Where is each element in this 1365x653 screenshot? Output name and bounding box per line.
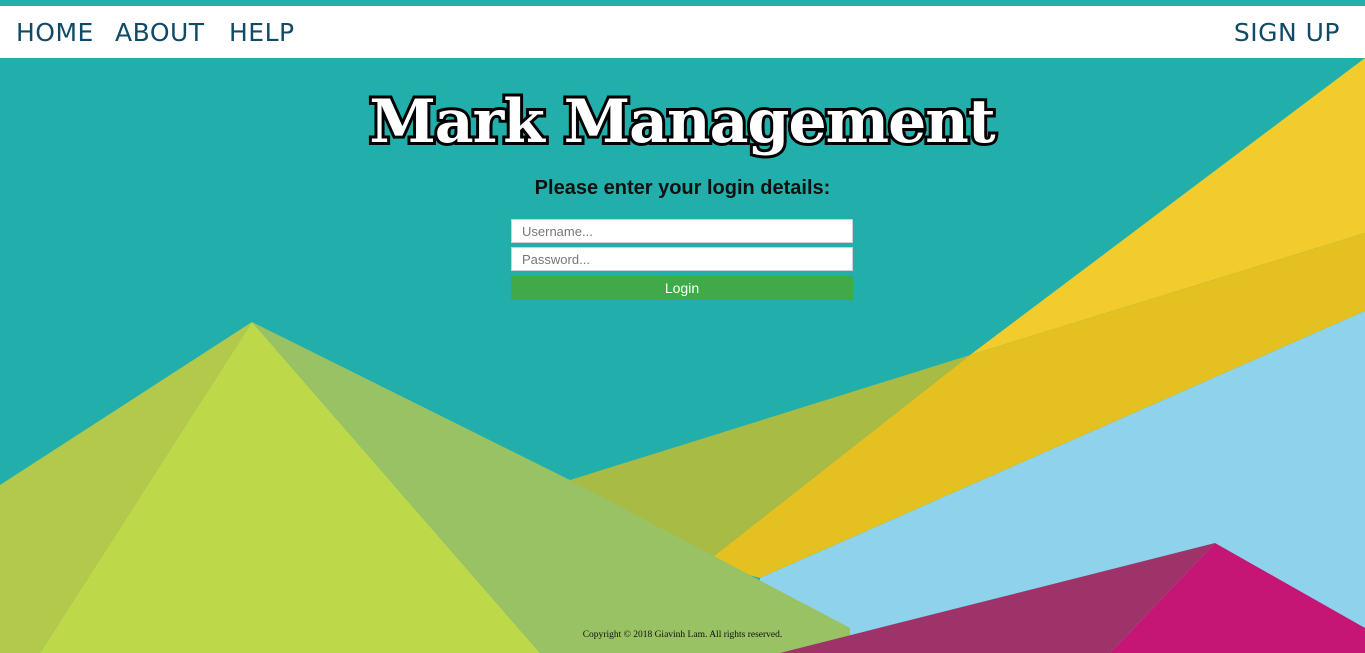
- password-input[interactable]: [511, 247, 853, 271]
- nav-about-link[interactable]: ABOUT: [115, 18, 205, 48]
- nav-help-link[interactable]: HELP: [229, 18, 295, 48]
- login-button[interactable]: Login: [511, 276, 853, 300]
- nav-home-link[interactable]: HOME: [16, 18, 94, 48]
- svg-text:Mark Management: Mark Management: [369, 87, 996, 157]
- mark-management-logo: Mark Management: [366, 84, 1000, 160]
- footer-copyright: Copyright © 2018 Giavinh Lam. All rights…: [582, 630, 783, 640]
- login-prompt: Please enter your login details:: [534, 177, 831, 199]
- username-input[interactable]: [511, 219, 853, 243]
- login-form: Login: [511, 219, 853, 300]
- navbar: HOME ABOUT HELP SIGN UP: [0, 6, 1365, 58]
- nav-signup-link[interactable]: SIGN UP: [1234, 18, 1340, 48]
